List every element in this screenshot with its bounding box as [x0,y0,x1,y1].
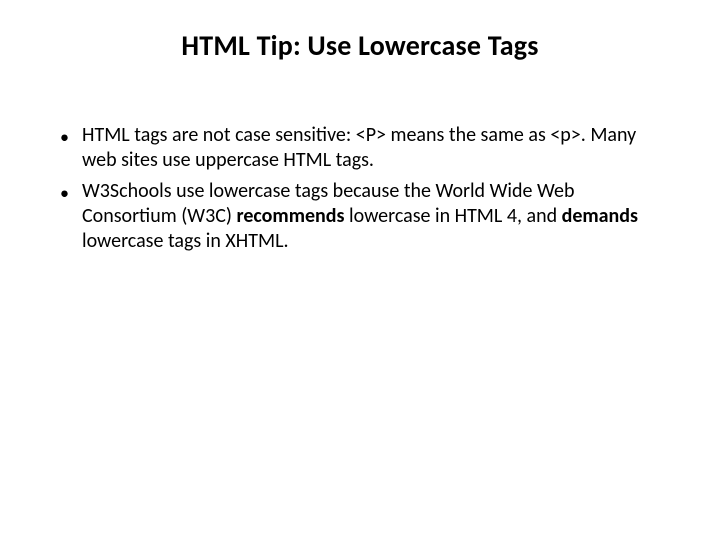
slide-title: HTML Tip: Use Lowercase Tags [50,28,670,63]
bullet-list: HTML tags are not case sensitive: <P> me… [50,123,670,254]
bullet-icon [60,179,82,254]
slide: HTML Tip: Use Lowercase Tags HTML tags a… [0,0,720,540]
list-item: W3Schools use lowercase tags because the… [60,179,660,254]
bullet-text: HTML tags are not case sensitive: <P> me… [82,123,660,173]
bullet-text: W3Schools use lowercase tags because the… [82,179,660,254]
bullet-icon [60,123,82,173]
list-item: HTML tags are not case sensitive: <P> me… [60,123,660,173]
